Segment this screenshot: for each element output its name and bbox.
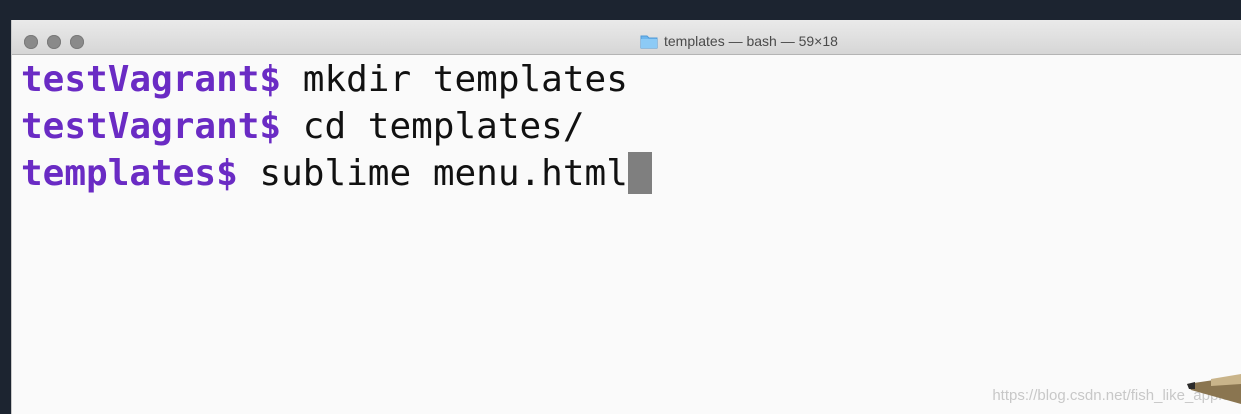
pen-icon (1187, 374, 1241, 404)
folder-icon (640, 35, 658, 48)
command-input[interactable]: sublime menu.html (238, 153, 627, 194)
window-title-text: templates — bash — 59×18 (664, 33, 838, 49)
command: cd templates/ (281, 106, 585, 147)
close-icon[interactable] (24, 35, 38, 49)
terminal-line: templates$ sublime menu.html (21, 150, 1241, 197)
terminal-line: testVagrant$ cd templates/ (21, 103, 1241, 150)
window-controls (24, 35, 84, 49)
prompt: testVagrant$ (21, 106, 282, 147)
terminal-output[interactable]: testVagrant$ mkdir templates testVagrant… (21, 56, 1241, 197)
zoom-icon[interactable] (70, 35, 84, 49)
title-bar: templates — bash — 59×18 (12, 20, 1241, 55)
terminal-line: testVagrant$ mkdir templates (21, 56, 1241, 103)
prompt: templates$ (21, 153, 238, 194)
window-title: templates — bash — 59×18 (640, 33, 838, 49)
minimize-icon[interactable] (47, 35, 61, 49)
prompt: testVagrant$ (21, 59, 282, 100)
text-cursor (627, 152, 652, 194)
command: mkdir templates (281, 59, 628, 100)
terminal-window: templates — bash — 59×18 testVagrant$ mk… (11, 20, 1241, 414)
